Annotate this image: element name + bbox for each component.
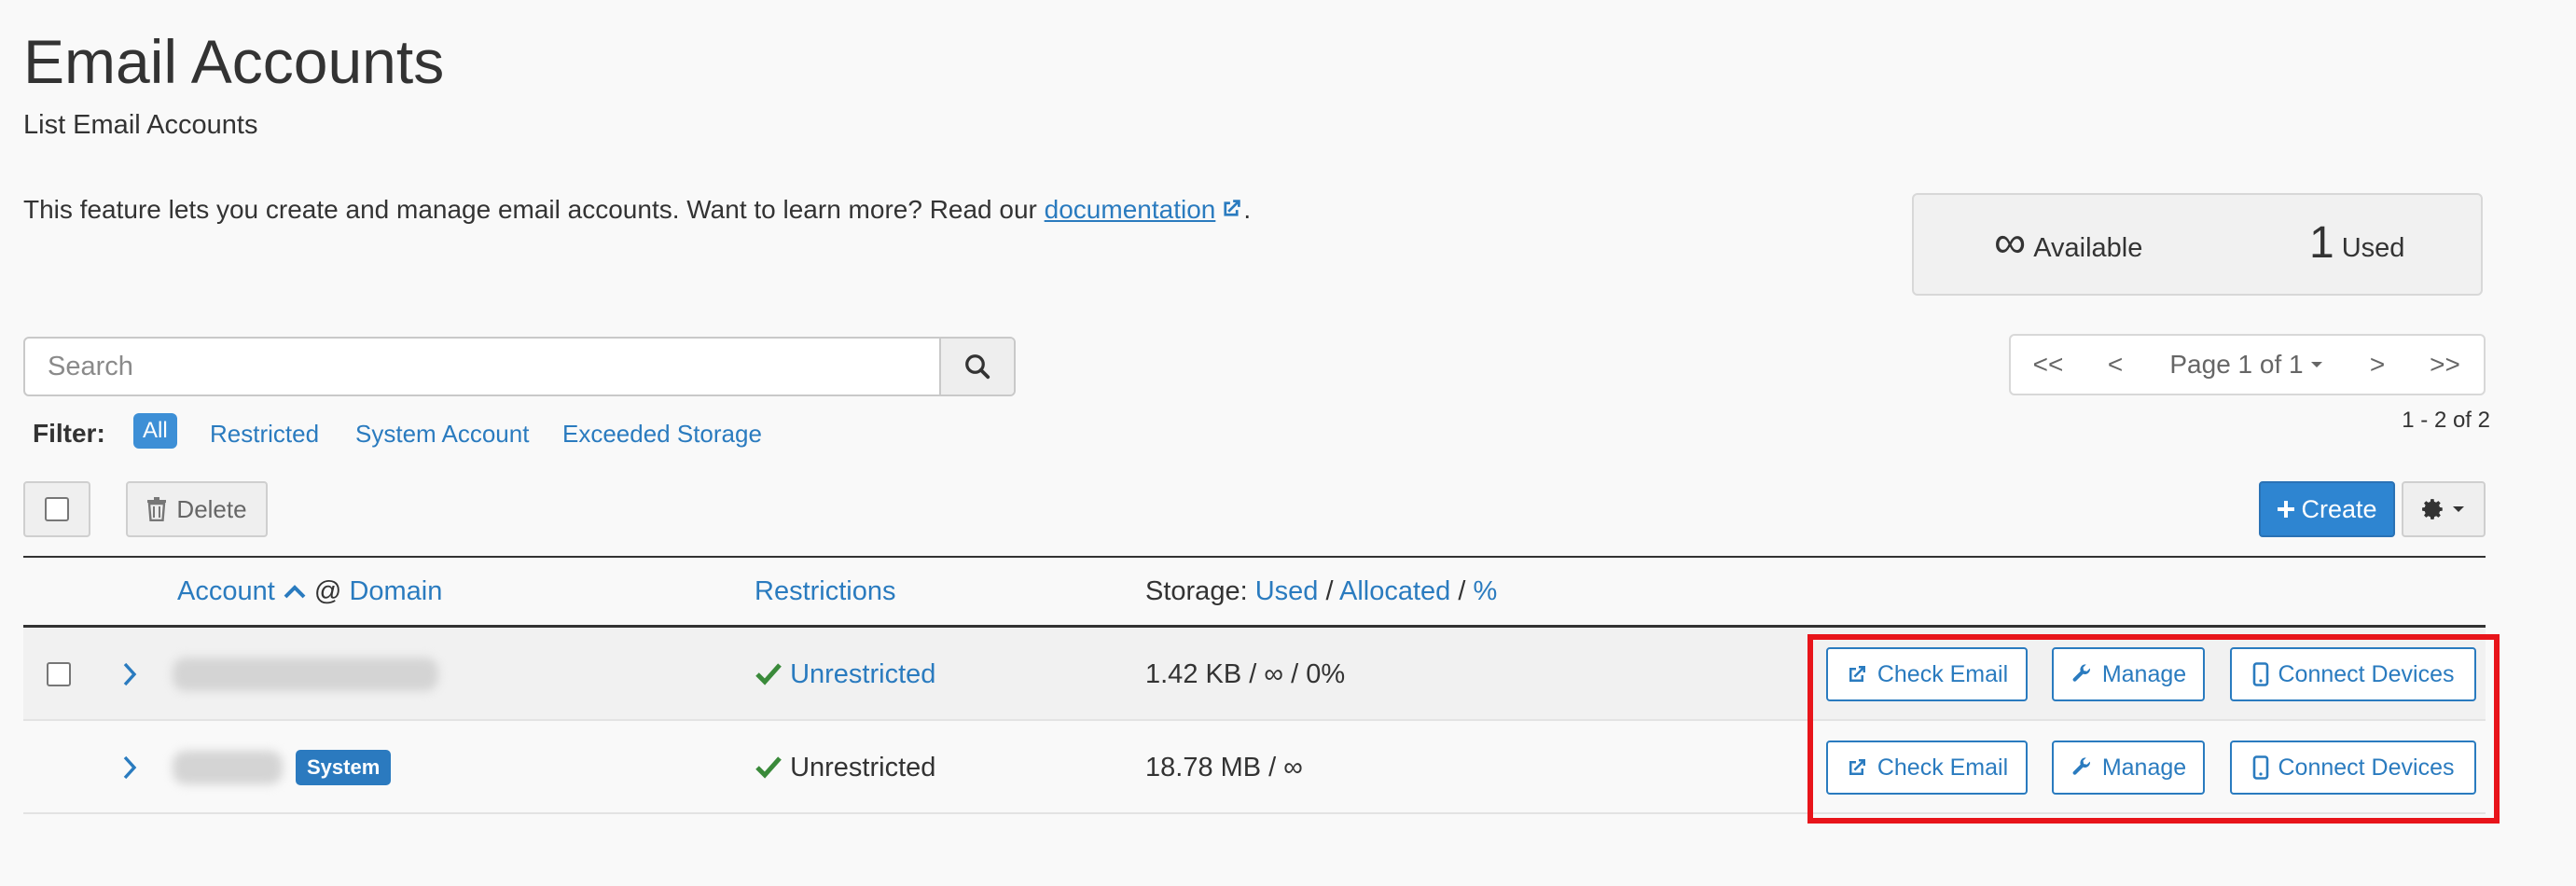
intro-text: This feature lets you create and manage … [23, 190, 1251, 229]
available-stat: ∞ Available [1994, 217, 2142, 269]
trash-icon [147, 497, 167, 521]
caret-down-icon [2310, 362, 2322, 367]
available-value: ∞ [1994, 218, 2027, 268]
create-label: Create [2301, 494, 2377, 523]
filter-restricted[interactable]: Restricted [210, 415, 319, 452]
check-icon [755, 756, 782, 779]
results-range: 1 - 2 of 2 [2402, 408, 2490, 433]
external-link-icon[interactable] [1219, 197, 1243, 221]
delete-label: Delete [176, 494, 247, 523]
plus-icon [2278, 501, 2295, 518]
search-bar [23, 337, 1016, 396]
account-email-redacted[interactable] [173, 751, 283, 784]
system-badge: System [296, 750, 392, 785]
search-input[interactable] [25, 339, 944, 395]
settings-dropdown-button[interactable] [2402, 481, 2486, 537]
filter-label: Filter: [33, 419, 105, 448]
sort-restrictions-header[interactable]: Restrictions [755, 573, 896, 610]
storage-prefix: Storage: [1145, 576, 1248, 606]
used-value: 1 [2309, 218, 2334, 268]
row-checkbox[interactable] [47, 662, 71, 686]
sort-storage-percent[interactable]: % [1474, 576, 1498, 606]
last-page-button[interactable]: >> [2406, 334, 2486, 395]
restriction-status: Unrestricted [755, 749, 935, 786]
available-label: Available [2033, 232, 2143, 263]
page-subtitle: List Email Accounts [23, 110, 258, 140]
at-symbol: @ [313, 576, 342, 606]
next-page-button[interactable]: > [2348, 334, 2408, 395]
used-stat: 1 Used [2309, 217, 2404, 269]
storage-usage: 1.42 KB / ∞ / 0% [1145, 659, 1346, 689]
delete-button[interactable]: Delete [126, 481, 268, 537]
gear-icon [2422, 499, 2443, 519]
checkbox-square [45, 497, 69, 521]
intro-sentence: This feature lets you create and manage … [23, 195, 1045, 224]
first-page-button[interactable]: << [2009, 334, 2087, 395]
page-select[interactable]: Page 1 of 1 [2145, 334, 2350, 395]
chevron-right-icon[interactable] [120, 754, 139, 782]
check-icon [755, 663, 782, 685]
storage-header: Storage: Used / Allocated / % [1145, 573, 1497, 610]
sort-domain-header[interactable]: Domain [349, 576, 442, 606]
chevron-up-icon[interactable] [283, 582, 307, 601]
storage-separator: / [1458, 576, 1466, 606]
used-label: Used [2341, 232, 2405, 263]
documentation-link[interactable]: documentation [1045, 195, 1216, 224]
accounts-quota-panel: ∞ Available 1 Used [1912, 193, 2483, 296]
caret-down-icon [2453, 506, 2464, 512]
prev-page-button[interactable]: < [2085, 334, 2147, 395]
select-all-checkbox[interactable] [23, 481, 90, 537]
account-domain-header: Account @ Domain [177, 573, 442, 610]
storage-separator: / [1325, 576, 1334, 606]
restriction-status: Unrestricted [755, 656, 935, 693]
sort-storage-allocated[interactable]: Allocated [1339, 576, 1450, 606]
restriction-text: Unrestricted [790, 753, 936, 782]
filter-system-account[interactable]: System Account [355, 415, 529, 452]
search-icon [965, 354, 990, 380]
sort-storage-used[interactable]: Used [1255, 576, 1319, 606]
filter-all[interactable]: All [133, 413, 177, 449]
page-label: Page 1 of 1 [2169, 350, 2304, 379]
storage-usage: 18.78 MB / ∞ [1145, 753, 1303, 782]
restriction-link[interactable]: Unrestricted [790, 659, 935, 689]
table-top-border [23, 556, 2486, 558]
filter-exceeded-storage[interactable]: Exceeded Storage [562, 415, 762, 452]
create-button[interactable]: Create [2259, 481, 2395, 537]
annotation-highlight-box [1807, 634, 2500, 824]
chevron-right-icon[interactable] [120, 660, 139, 688]
page-title: Email Accounts [23, 27, 445, 96]
search-button[interactable] [939, 339, 1014, 395]
sort-account-header[interactable]: Account [177, 576, 275, 606]
account-email-redacted[interactable] [173, 658, 438, 691]
intro-end: . [1243, 195, 1252, 224]
